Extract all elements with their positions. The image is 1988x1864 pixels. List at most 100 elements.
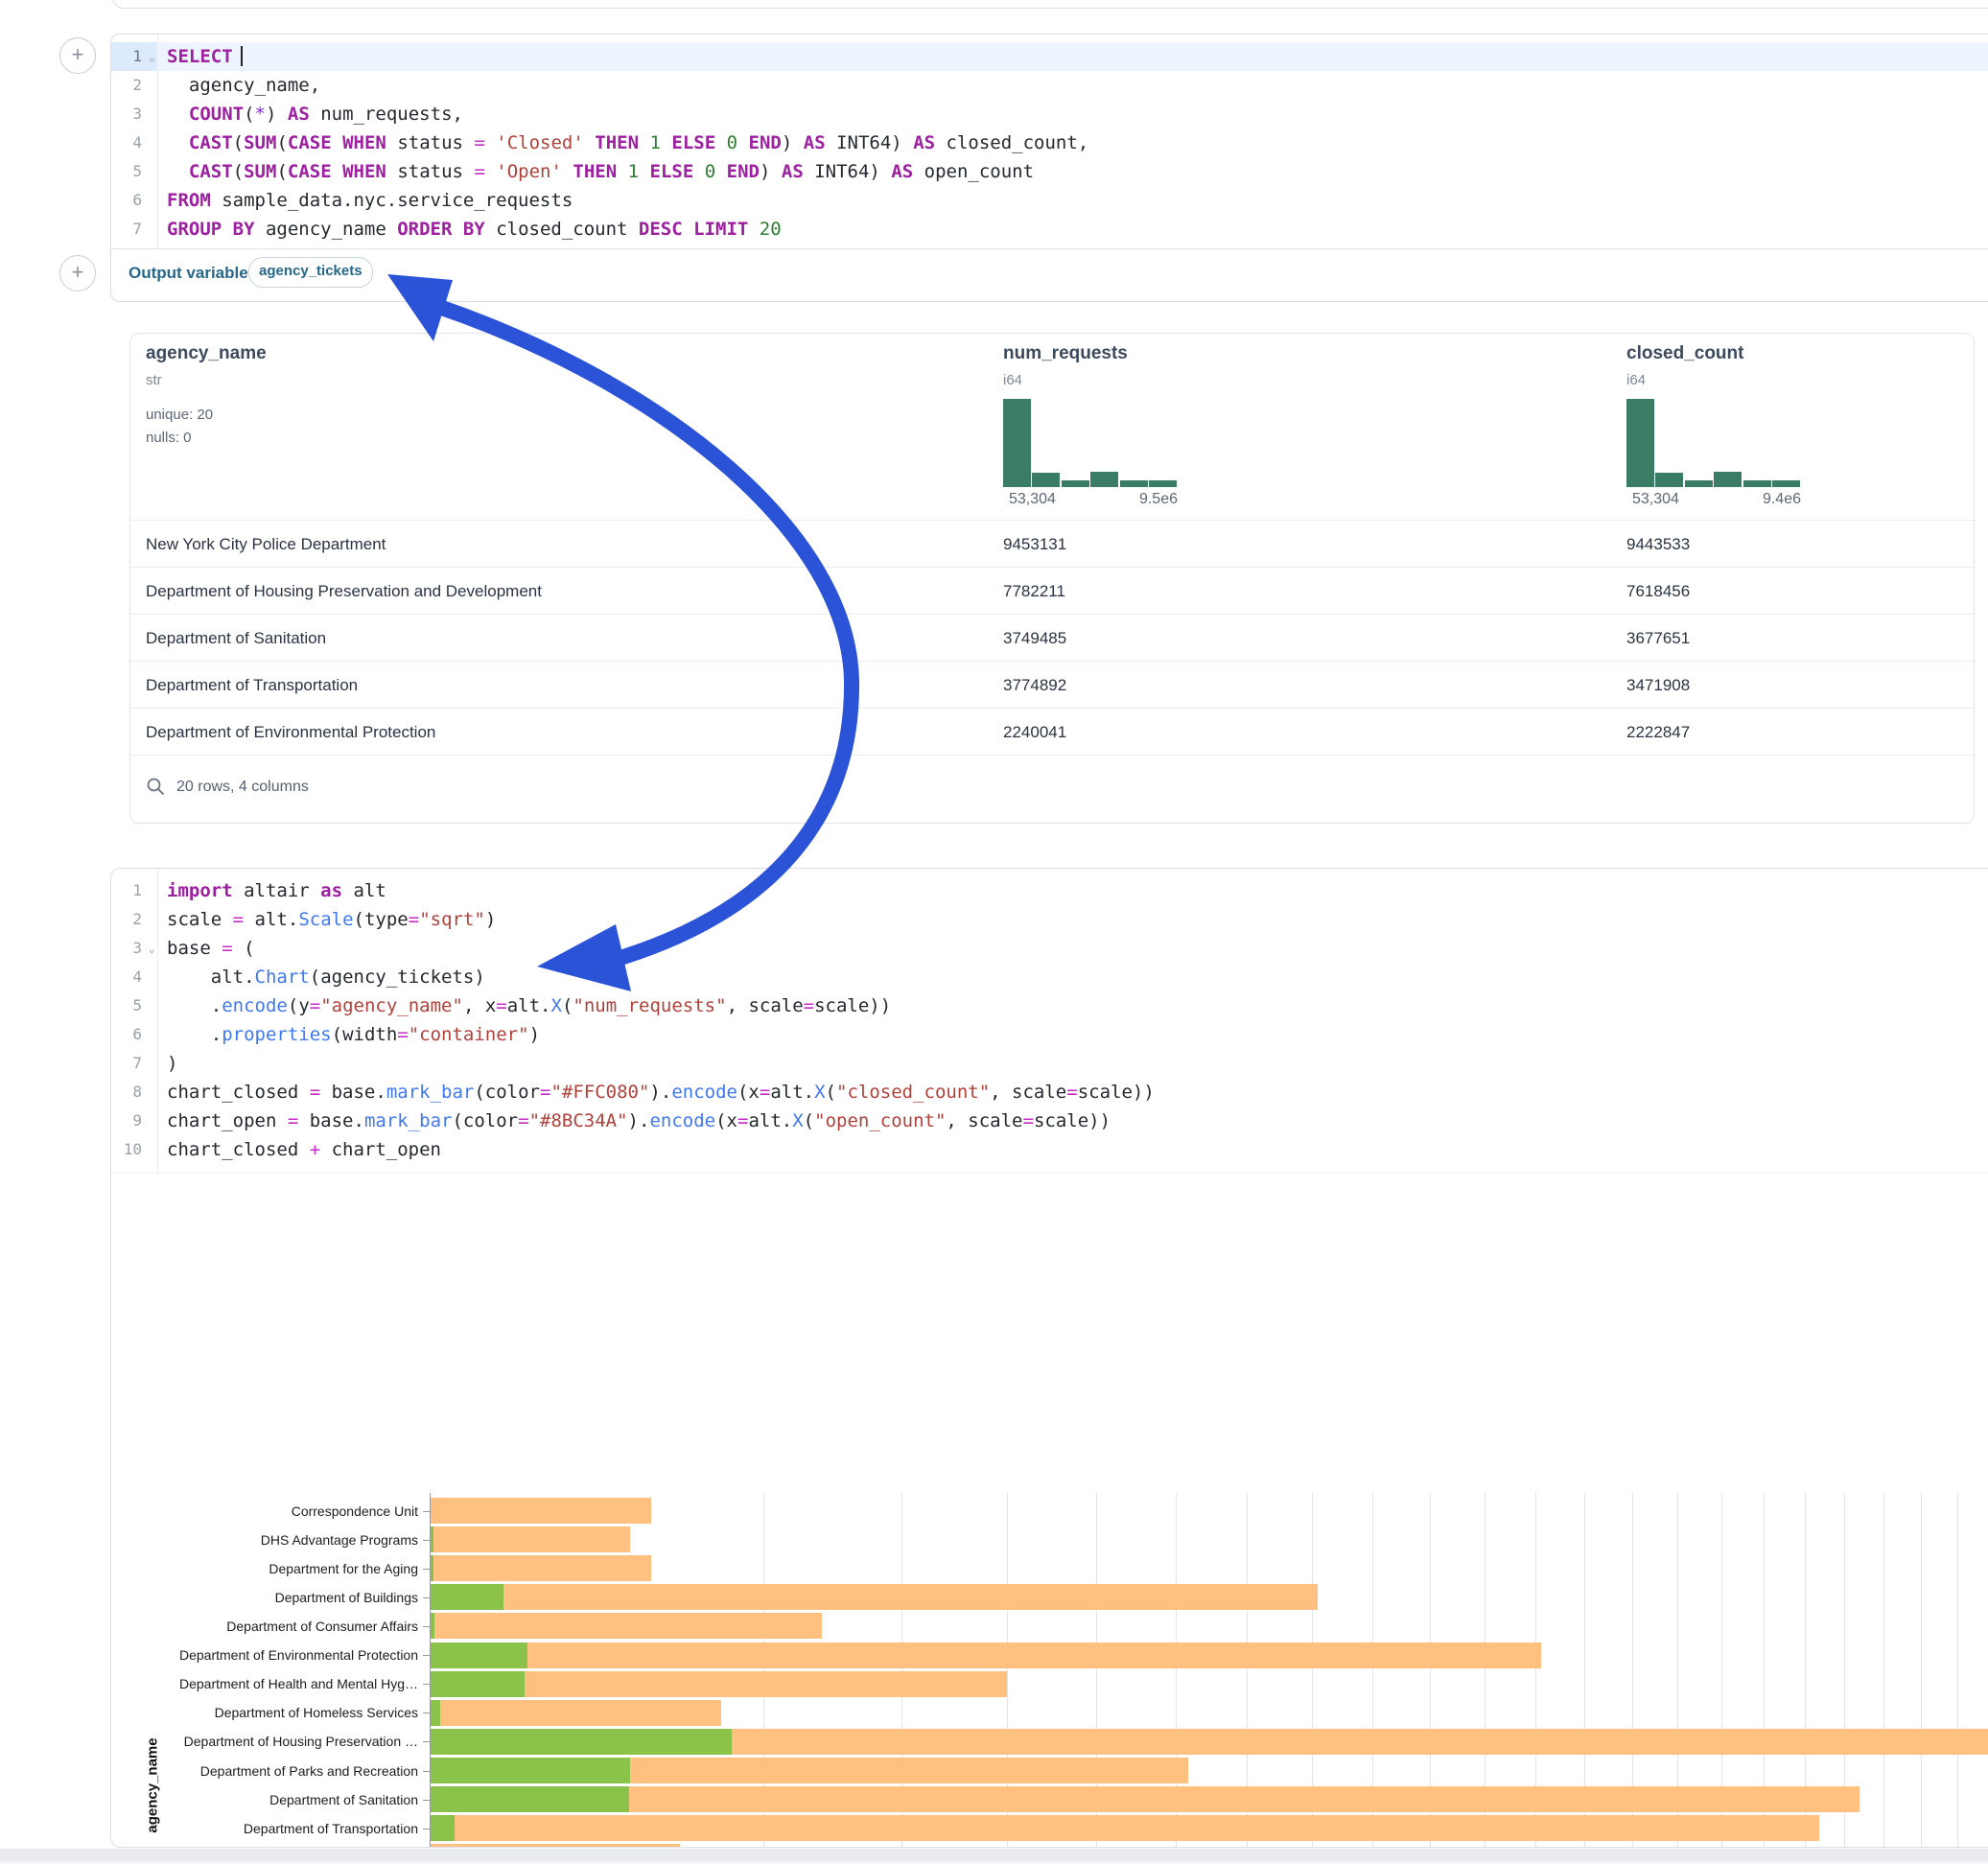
- table-cell-closed: 2222847: [1626, 709, 1690, 756]
- sql-cell: 1⌄234567SELECT agency_name, COUNT(*) AS …: [110, 34, 1988, 302]
- y-axis-category-label: Department of Environmental Protection: [111, 1646, 418, 1664]
- y-axis-title: agency_name: [145, 1737, 161, 1832]
- line-number: 2: [111, 71, 157, 100]
- add-cell-button-middle[interactable]: +: [59, 255, 96, 291]
- histogram-bar: [1714, 472, 1742, 487]
- code-line: alt.Chart(agency_tickets): [157, 963, 1988, 991]
- search-icon[interactable]: [146, 777, 165, 796]
- altair-chart-output: 0800,0001,600,0002,400,0003,200,0004,000…: [111, 1173, 1988, 1847]
- y-axis-category-label: Department of Health and Mental Hyg…: [111, 1675, 418, 1692]
- line-number-gutter: 1⌄234567: [111, 35, 158, 248]
- table-cell-num: 2240041: [1003, 709, 1066, 756]
- y-axis-tick: [423, 1800, 430, 1801]
- code-line: .properties(width="container"): [157, 1020, 1988, 1049]
- histogram-bar: [1685, 480, 1713, 487]
- code-line: SELECT: [157, 42, 1988, 71]
- code-lines: import altair as altscale = alt.Scale(ty…: [157, 869, 1988, 1173]
- y-axis-tick: [423, 1597, 430, 1598]
- bar-closed-count: [430, 1584, 1318, 1610]
- y-axis-tick: [423, 1771, 430, 1772]
- table-cell-closed: 3677651: [1626, 615, 1690, 662]
- histogram-bar: [1062, 480, 1089, 487]
- table-cell-num: 7782211: [1003, 568, 1065, 615]
- bar-closed-count: [430, 1526, 630, 1552]
- bar-open-count: [430, 1815, 455, 1841]
- column-stat-nulls: nulls: 0: [146, 430, 192, 446]
- bar-open-count: [430, 1700, 440, 1726]
- histogram-bar: [1626, 399, 1654, 487]
- line-number: 10: [111, 1135, 157, 1164]
- column-type: str: [146, 372, 162, 388]
- line-number: 7: [111, 215, 157, 244]
- table-row[interactable]: Department of Transportation377489234719…: [130, 661, 1974, 709]
- histogram-bar: [1743, 480, 1771, 487]
- sql-code-editor[interactable]: 1⌄234567SELECT agency_name, COUNT(*) AS …: [111, 35, 1988, 248]
- table-footer: 20 rows, 4 columns: [130, 755, 1974, 824]
- table-row-count-label: 20 rows, 4 columns: [176, 779, 309, 796]
- chevron-down-icon[interactable]: ⌄: [149, 42, 155, 71]
- code-line: import altair as alt: [157, 876, 1988, 905]
- column-header-closed-count: closed_count i64 53,304 9.4e6: [1626, 334, 1943, 520]
- table-cell-num: 3749485: [1003, 615, 1066, 662]
- code-line: ): [157, 1049, 1988, 1078]
- y-axis-tick: [423, 1741, 430, 1742]
- code-line: scale = alt.Scale(type="sqrt"): [157, 905, 1988, 934]
- bar-closed-count: [430, 1815, 1819, 1841]
- column-header-num-requests: num_requests i64 53,304 9.5e6: [1003, 334, 1320, 520]
- python-code-editor[interactable]: 123⌄45678910import altair as altscale = …: [111, 869, 1988, 1173]
- histogram-max-label: 9.5e6: [1139, 491, 1178, 508]
- line-number: 6: [111, 1020, 157, 1049]
- table-cell-agency: Department of Transportation: [146, 662, 358, 709]
- y-axis-category-label: DHS Advantage Programs: [111, 1531, 418, 1549]
- line-number: 8: [111, 1078, 157, 1107]
- output-variable-pill[interactable]: agency_tickets: [248, 257, 373, 288]
- gridline: [1957, 1493, 1958, 1848]
- histogram-min-label: 53,304: [1009, 491, 1056, 508]
- chevron-down-icon[interactable]: ⌄: [149, 934, 155, 963]
- code-line: .encode(y="agency_name", x=alt.X("num_re…: [157, 991, 1988, 1020]
- y-axis-category-label: Department of Consumer Affairs: [111, 1618, 418, 1635]
- add-cell-button-top[interactable]: +: [59, 37, 96, 74]
- line-number: 3⌄: [111, 934, 157, 963]
- line-number: 9: [111, 1107, 157, 1135]
- bar-closed-count: [430, 1844, 680, 1848]
- result-table-card: agency_name str unique: 20 nulls: 0 num_…: [129, 333, 1975, 824]
- num-requests-histogram: [1003, 399, 1178, 487]
- table-row[interactable]: Department of Sanitation37494853677651: [130, 614, 1974, 662]
- table-row[interactable]: Department of Environmental Protection22…: [130, 708, 1974, 756]
- column-name: num_requests: [1003, 343, 1128, 364]
- code-line: GROUP BY agency_name ORDER BY closed_cou…: [157, 215, 1988, 244]
- y-axis-tick: [423, 1684, 430, 1685]
- table-cell-agency: Department of Housing Preservation and D…: [146, 568, 542, 615]
- table-row[interactable]: New York City Police Department945313194…: [130, 520, 1974, 568]
- table-row[interactable]: Department of Housing Preservation and D…: [130, 567, 1974, 615]
- table-cell-closed: 9443533: [1626, 521, 1690, 568]
- y-axis-category-label: Department for the Aging: [111, 1560, 418, 1577]
- sql-cell-footer: Output variable: agency_tickets: [111, 248, 1988, 301]
- line-number: 3: [111, 100, 157, 128]
- bar-closed-count: [430, 1700, 721, 1726]
- y-axis-tick: [423, 1540, 430, 1541]
- bar-closed-count: [430, 1555, 651, 1581]
- code-line: base = (: [157, 934, 1988, 963]
- bar-open-count: [430, 1729, 732, 1755]
- code-line: COUNT(*) AS num_requests,: [157, 100, 1988, 128]
- table-cell-closed: 3471908: [1626, 662, 1690, 709]
- line-number: 5: [111, 991, 157, 1020]
- page-background-band: [0, 1849, 1988, 1861]
- y-axis-category-label: Department of Homeless Services: [111, 1704, 418, 1721]
- text-cursor: [241, 46, 243, 66]
- histogram-bar: [1090, 472, 1118, 487]
- column-header-agency-name: agency_name str unique: 20 nulls: 0: [146, 334, 817, 520]
- bar-open-count: [430, 1786, 629, 1812]
- notebook-page: + 1⌄234567SELECT agency_name, COUNT(*) A…: [0, 0, 1988, 1864]
- line-number: 2: [111, 905, 157, 934]
- code-line: chart_closed + chart_open: [157, 1135, 1988, 1164]
- gridline: [1883, 1493, 1884, 1848]
- column-type: i64: [1626, 372, 1646, 388]
- y-axis-category-label: Correspondence Unit: [111, 1503, 418, 1520]
- bar-closed-count: [430, 1498, 651, 1524]
- y-axis-tick: [423, 1626, 430, 1627]
- bar-open-count: [430, 1758, 630, 1783]
- histogram-bar: [1149, 480, 1177, 487]
